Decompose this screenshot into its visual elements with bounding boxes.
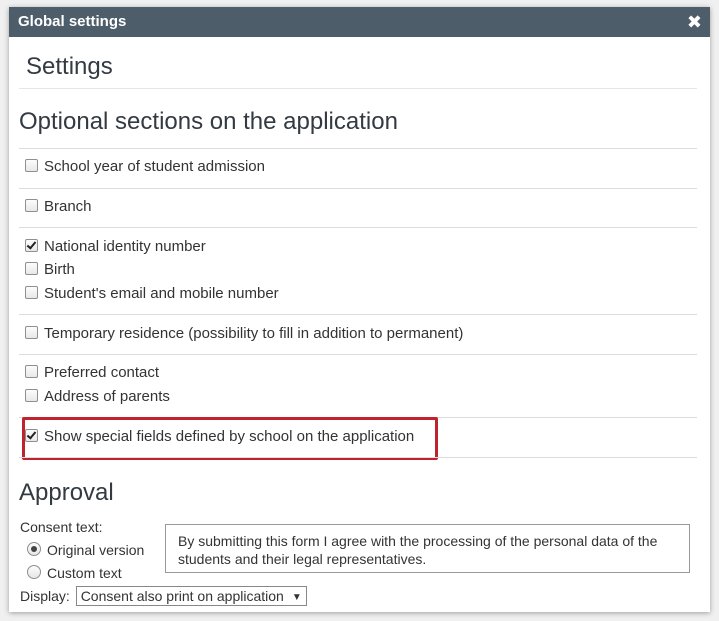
settings-heading: Settings — [26, 53, 113, 80]
radio-original-version[interactable]: Original version — [27, 542, 144, 559]
radio-custom-text-input[interactable] — [27, 565, 41, 579]
divider — [19, 88, 697, 89]
divider — [19, 457, 697, 458]
option-label: Show special fields defined by school on… — [44, 428, 415, 445]
option-label: School year of student admission — [44, 158, 265, 175]
consent-text-box: By submitting this form I agree with the… — [165, 524, 690, 573]
option-label: Address of parents — [44, 388, 170, 405]
checkbox-branch[interactable] — [25, 199, 38, 212]
divider — [19, 314, 697, 315]
approval-heading: Approval — [19, 479, 114, 506]
option-school-year[interactable]: School year of student admission — [25, 158, 265, 176]
option-label: National identity number — [44, 238, 206, 255]
radio-label: Custom text — [47, 565, 122, 581]
option-branch[interactable]: Branch — [25, 198, 92, 216]
option-temporary-residence[interactable]: Temporary residence (possibility to fill… — [25, 325, 463, 343]
option-preferred-contact[interactable]: Preferred contact — [25, 364, 159, 382]
dialog-title: Global settings — [18, 13, 127, 30]
checkbox-school-year[interactable] — [25, 159, 38, 172]
consent-text-label: Consent text: — [20, 519, 103, 535]
option-email-mobile[interactable]: Student's email and mobile number — [25, 285, 279, 303]
checkbox-temporary-residence[interactable] — [25, 326, 38, 339]
divider — [19, 354, 697, 355]
option-birth[interactable]: Birth — [25, 261, 75, 279]
radio-label: Original version — [47, 542, 145, 558]
dialog-titlebar: Global settings ✖ — [9, 7, 710, 37]
global-settings-dialog: Global settings ✖ Settings Optional sect… — [9, 7, 710, 612]
option-special-fields[interactable]: Show special fields defined by school on… — [25, 428, 414, 446]
checkbox-preferred-contact[interactable] — [25, 365, 38, 378]
display-row: Display: Consent also print on applicati… — [20, 586, 307, 606]
optional-sections-heading: Optional sections on the application — [19, 108, 398, 135]
option-label: Birth — [44, 261, 75, 278]
checkbox-address-parents[interactable] — [25, 389, 38, 402]
option-label: Branch — [44, 198, 92, 215]
option-label: Student's email and mobile number — [44, 285, 279, 302]
display-select[interactable]: Consent also print on application ▼ — [75, 586, 307, 606]
checkbox-email-mobile[interactable] — [25, 286, 38, 299]
option-label: Preferred contact — [44, 364, 160, 381]
checkbox-birth[interactable] — [25, 262, 38, 275]
option-label: Temporary residence (possibility to fill… — [44, 325, 464, 342]
option-address-parents[interactable]: Address of parents — [25, 388, 170, 406]
radio-custom-text[interactable]: Custom text — [27, 565, 122, 582]
checkbox-special-fields[interactable] — [25, 429, 38, 442]
divider — [19, 148, 697, 149]
divider — [19, 188, 697, 189]
divider — [19, 227, 697, 228]
display-select-value: Consent also print on application — [80, 588, 284, 604]
display-label: Display: — [20, 588, 70, 604]
option-national-id[interactable]: National identity number — [25, 238, 206, 256]
close-icon[interactable]: ✖ — [687, 12, 702, 32]
checkbox-national-id[interactable] — [25, 239, 38, 252]
radio-original-version-input[interactable] — [27, 542, 41, 556]
dropdown-arrow-icon: ▼ — [291, 592, 302, 603]
